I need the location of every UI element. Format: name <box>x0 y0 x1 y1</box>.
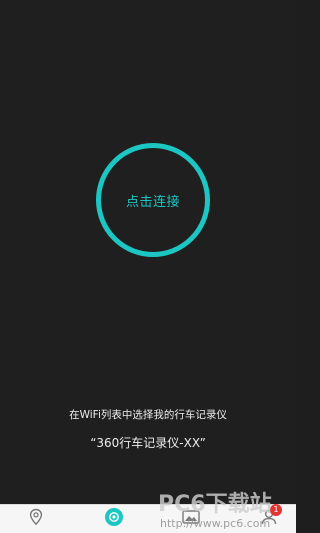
device-ssid-text: “360行车记录仪-XX” <box>90 436 206 450</box>
bottom-tab-bar: 1 <box>0 504 296 533</box>
wifi-instruction-text: 在WiFi列表中选择我的行车记录仪 <box>69 409 227 421</box>
tab-location[interactable] <box>25 508 47 530</box>
connect-label: 点击连接 <box>125 194 180 210</box>
tab-record[interactable] <box>103 508 125 530</box>
connect-button[interactable]: 点击连接 <box>96 143 210 257</box>
main-screen: 点击连接 在WiFi列表中选择我的行车记录仪 “360行车记录仪-XX” <box>0 0 296 504</box>
location-pin-icon <box>27 508 45 530</box>
album-icon <box>181 508 201 530</box>
tab-album[interactable] <box>180 508 202 530</box>
notification-badge: 1 <box>270 504 282 516</box>
record-icon <box>104 507 124 531</box>
tab-profile[interactable]: 1 <box>258 504 282 530</box>
